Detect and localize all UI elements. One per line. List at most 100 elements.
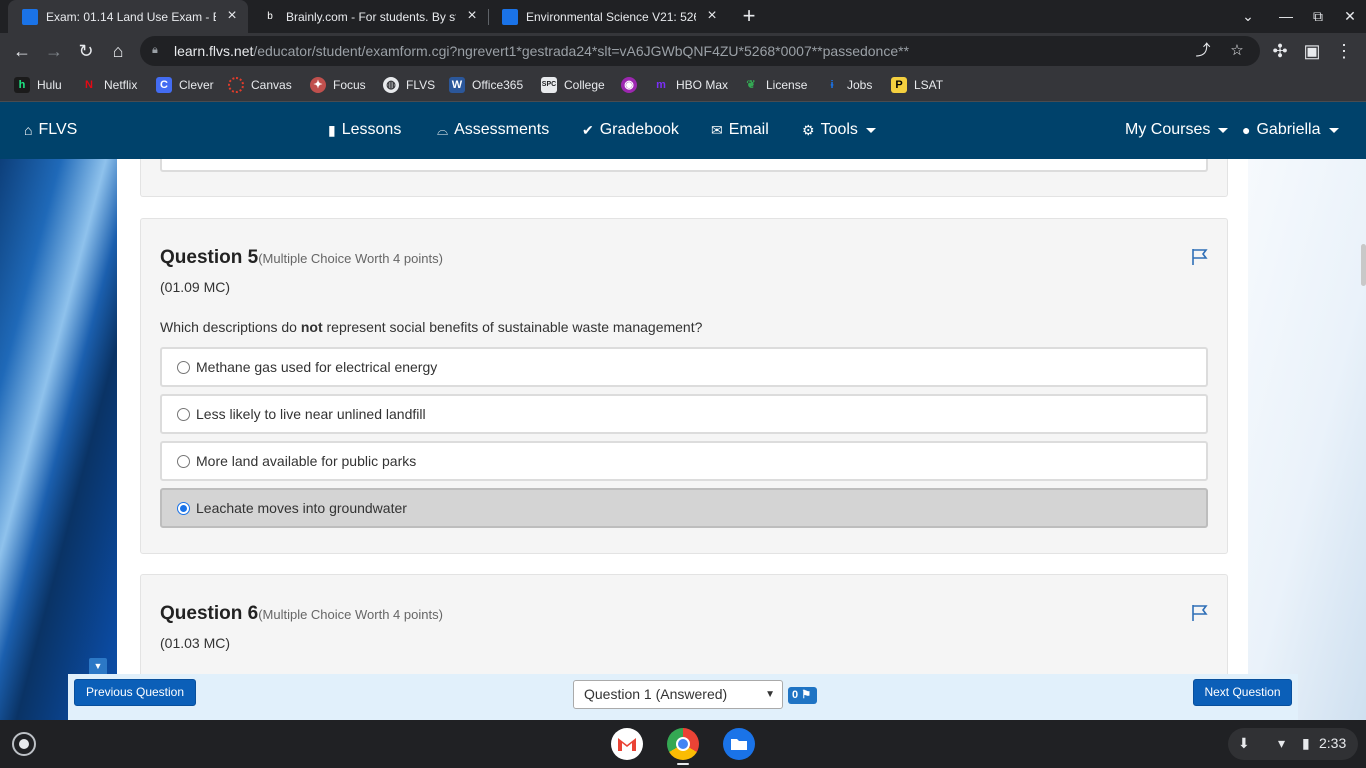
next-question-button[interactable]: Next Question bbox=[1193, 679, 1292, 706]
forward-icon[interactable]: → bbox=[42, 39, 66, 63]
side-panel-icon[interactable]: ▣ bbox=[1300, 39, 1324, 63]
share-icon[interactable]: ⤴ bbox=[1194, 42, 1212, 60]
reload-icon[interactable]: ↻ bbox=[74, 39, 98, 63]
nav-email[interactable]: ✉ Email bbox=[711, 121, 769, 139]
flag-icon[interactable] bbox=[1191, 248, 1211, 266]
extensions-icon[interactable]: ✣ bbox=[1268, 39, 1292, 63]
tab-title: Exam: 01.14 Land Use Exam - En bbox=[46, 9, 216, 24]
radio-button[interactable] bbox=[177, 407, 190, 421]
close-icon[interactable]: × bbox=[704, 8, 720, 24]
wifi-icon: ▾ bbox=[1278, 735, 1286, 751]
flag-icon: ⚑ bbox=[801, 689, 812, 701]
user-name: Gabriella bbox=[1256, 121, 1321, 138]
nav-label: Assessments bbox=[454, 121, 550, 138]
brand-home-link[interactable]: ⌂ FLVS bbox=[24, 121, 77, 139]
bookmark-flvs[interactable]: ◍ FLVS bbox=[383, 76, 435, 94]
radio-button-checked[interactable] bbox=[177, 501, 190, 515]
menu-icon[interactable]: ⋮ bbox=[1332, 39, 1356, 63]
radio-button[interactable] bbox=[177, 454, 190, 468]
bookmark-label: Focus bbox=[333, 78, 366, 92]
launcher-icon[interactable] bbox=[12, 732, 36, 756]
home-icon[interactable]: ⌂ bbox=[106, 39, 130, 63]
bookmark-label: Netflix bbox=[104, 78, 138, 92]
close-icon[interactable]: × bbox=[224, 8, 240, 24]
previous-question-button[interactable]: Previous Question bbox=[74, 679, 196, 706]
nav-gradebook[interactable]: ✔ Gradebook bbox=[582, 121, 679, 139]
jobs-icon: ɨ bbox=[830, 79, 834, 91]
chrome-icon[interactable] bbox=[667, 728, 699, 760]
scrollbar-thumb[interactable] bbox=[1361, 244, 1366, 286]
prompt-emphasis: not bbox=[300, 319, 323, 335]
nav-user-menu[interactable]: ● Gabriella bbox=[1242, 121, 1339, 139]
star-icon[interactable]: ☆ bbox=[1228, 42, 1246, 60]
flvs-favicon bbox=[502, 8, 518, 25]
bookmark-license[interactable]: ❦ License bbox=[743, 76, 807, 94]
lock-icon: 🔒︎ bbox=[152, 44, 158, 56]
bookmark-label: Clever bbox=[179, 78, 214, 92]
word-icon: W bbox=[449, 77, 465, 93]
bookmark-focus[interactable]: ✦ Focus bbox=[310, 76, 366, 94]
answer-option-selected[interactable]: Leachate moves into groundwater bbox=[160, 488, 1208, 528]
flvs-favicon bbox=[22, 8, 38, 25]
site-navbar: ⌂ FLVS ▮ Lessons ⌓ Assessments ✔ Gradebook ✉… bbox=[0, 102, 1366, 159]
maximize-button[interactable]: ⧉ bbox=[1304, 4, 1332, 28]
close-window-button[interactable]: ✕ bbox=[1336, 4, 1364, 28]
answer-option[interactable]: Less likely to live near unlined landfil… bbox=[160, 394, 1208, 434]
user-icon: ● bbox=[1242, 122, 1251, 138]
prompt-text: represent social benefits of sustainable… bbox=[322, 319, 703, 335]
gear-icon: ⚙ bbox=[802, 121, 815, 138]
flag-count-badge[interactable]: 0 ⚑ bbox=[788, 687, 817, 704]
answer-option-partial[interactable] bbox=[160, 159, 1208, 172]
bookmark-hulu[interactable]: h Hulu bbox=[14, 76, 62, 94]
caret-down-icon bbox=[865, 127, 876, 133]
download-icon: ⬇ bbox=[1238, 735, 1250, 751]
minimize-button[interactable]: — bbox=[1272, 4, 1300, 28]
bookmark-college[interactable]: SPC College bbox=[541, 76, 605, 94]
files-icon[interactable] bbox=[723, 728, 755, 760]
bookmark-canvas[interactable]: Canvas bbox=[228, 76, 292, 94]
tab-exam[interactable]: Exam: 01.14 Land Use Exam - En × bbox=[8, 0, 248, 33]
tab-brainly[interactable]: b Brainly.com - For students. By stu × bbox=[248, 0, 488, 33]
bookmark-lsat[interactable]: P LSAT bbox=[891, 76, 943, 94]
answer-option[interactable]: Methane gas used for electrical energy bbox=[160, 347, 1208, 387]
url-text[interactable]: learn.flvs.net/educator/student/examform… bbox=[174, 43, 909, 59]
answer-option[interactable]: More land available for public parks bbox=[160, 441, 1208, 481]
new-tab-button[interactable]: + bbox=[737, 4, 761, 28]
back-icon[interactable]: ← bbox=[10, 39, 34, 63]
question-number: Question 5 bbox=[160, 247, 259, 268]
status-tray[interactable]: ⬇ ▾ ▮ 2:33 bbox=[1228, 728, 1358, 760]
select-value: Question 1 (Answered) bbox=[584, 686, 728, 702]
question-code: (01.09 MC) bbox=[160, 279, 231, 295]
bookmark-label: Hulu bbox=[37, 78, 62, 92]
nav-my-courses[interactable]: My Courses bbox=[1125, 121, 1229, 139]
close-icon[interactable]: × bbox=[464, 8, 480, 24]
bookmark-clever[interactable]: C Clever bbox=[156, 76, 214, 94]
collapse-toggle-icon[interactable]: ▼ bbox=[89, 658, 107, 674]
question-title: Question 6(Multiple Choice Worth 4 point… bbox=[160, 603, 443, 625]
tab-title: Brainly.com - For students. By stu bbox=[286, 9, 456, 24]
question-code: (01.03 MC) bbox=[160, 635, 231, 651]
clock-time: 2:33 bbox=[1319, 735, 1347, 751]
bookmark-jobs[interactable]: ɨ Jobs bbox=[824, 76, 872, 94]
hbo-max-icon: m bbox=[656, 79, 666, 91]
radio-button[interactable] bbox=[177, 360, 190, 374]
nav-label: Tools bbox=[820, 121, 858, 138]
bookmark-netflix[interactable]: N Netflix bbox=[81, 76, 137, 94]
nav-lessons[interactable]: ▮ Lessons bbox=[328, 121, 401, 139]
os-shelf: ⬇ ▾ ▮ 2:33 bbox=[0, 720, 1366, 768]
url-host: learn.flvs.net bbox=[174, 43, 254, 59]
tab-environmental-science[interactable]: Environmental Science V21: 526 × bbox=[488, 0, 728, 33]
bookmark-office365[interactable]: W Office365 bbox=[449, 76, 523, 94]
flag-icon[interactable] bbox=[1191, 604, 1211, 622]
gmail-icon[interactable] bbox=[611, 728, 643, 760]
bookmark-podcast[interactable]: ◉ bbox=[621, 76, 644, 94]
address-bar[interactable]: 🔒︎ learn.flvs.net/educator/student/examf… bbox=[140, 36, 1260, 66]
question-select[interactable]: Question 1 (Answered) ▼ bbox=[573, 680, 783, 709]
caret-down-icon bbox=[1218, 127, 1229, 133]
bookmark-label: FLVS bbox=[406, 78, 436, 92]
nav-tools[interactable]: ⚙ Tools bbox=[802, 121, 876, 139]
bookmark-hbo-max[interactable]: m HBO Max bbox=[653, 76, 728, 94]
nav-assessments[interactable]: ⌓ Assessments bbox=[437, 121, 549, 139]
nav-label: Lessons bbox=[341, 121, 402, 138]
chevron-down-icon[interactable]: ⌄ bbox=[1234, 4, 1262, 28]
